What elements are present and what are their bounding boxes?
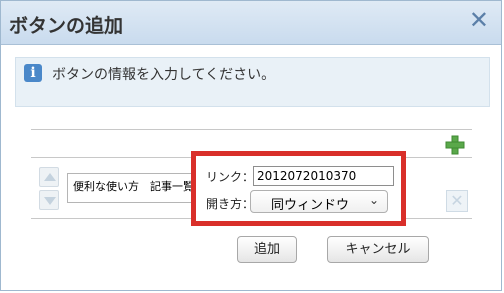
dialog-titlebar: ボタンの追加 ✕ [1, 1, 501, 45]
link-field[interactable]: 2012072010370 [253, 166, 394, 186]
open-method-select[interactable]: 同ウィンドウ ⌄ [250, 190, 388, 213]
info-icon: i [24, 64, 42, 82]
delete-row-button[interactable]: ✕ [446, 190, 468, 212]
arrow-down-icon [44, 197, 56, 205]
add-button-dialog: ボタンの追加 ✕ i ボタンの情報を入力してください。 便利な使い方 記事一覧 … [0, 0, 502, 291]
close-icon[interactable]: ✕ [469, 8, 489, 32]
link-label: リンク： [206, 170, 255, 184]
dialog-title: ボタンの追加 [9, 15, 124, 37]
info-message: ボタンの情報を入力してください。 [52, 67, 276, 83]
highlight-box [191, 151, 406, 226]
cancel-button[interactable]: キャンセル [327, 236, 429, 263]
chevron-down-icon: ⌄ [368, 193, 379, 207]
open-method-label: 開き方： [206, 197, 255, 211]
plus-icon[interactable] [444, 134, 466, 156]
info-panel: i ボタンの情報を入力してください。 [15, 57, 490, 107]
divider [31, 129, 472, 130]
move-down-button[interactable] [39, 190, 59, 210]
move-up-button[interactable] [39, 167, 59, 187]
open-method-value: 同ウィンドウ [271, 198, 350, 213]
add-button[interactable]: 追加 [237, 236, 297, 263]
button-name-field[interactable]: 便利な使い方 記事一覧 [67, 173, 192, 203]
arrow-up-icon [44, 173, 56, 181]
